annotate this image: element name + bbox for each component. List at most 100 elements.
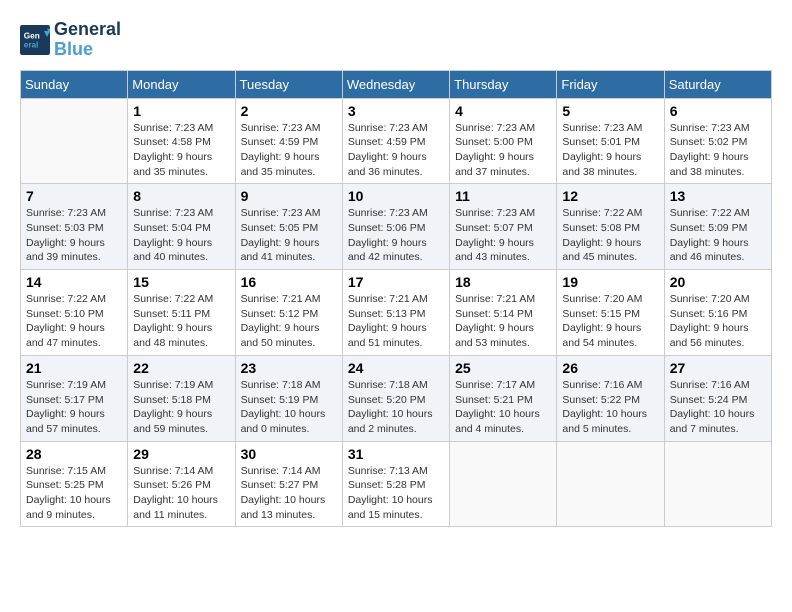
calendar-cell: 10 Sunrise: 7:23 AMSunset: 5:06 PMDayligh… bbox=[342, 184, 449, 270]
calendar-cell: 15Sunrise: 7:22 AMSunset: 5:11 PMDayligh… bbox=[128, 270, 235, 356]
day-info: Sunrise: 7:22 AMSunset: 5:09 PMDaylight:… bbox=[670, 206, 766, 265]
calendar-cell bbox=[664, 441, 771, 527]
day-info: Sunrise: 7:22 AMSunset: 5:08 PMDaylight:… bbox=[562, 206, 658, 265]
weekday-header-wednesday: Wednesday bbox=[342, 70, 449, 98]
calendar-cell: 31Sunrise: 7:13 AMSunset: 5:28 PMDayligh… bbox=[342, 441, 449, 527]
day-number: 21 bbox=[26, 360, 122, 376]
calendar-cell: 23 Sunrise: 7:18 AMSunset: 5:19 PMDayligh… bbox=[235, 355, 342, 441]
weekday-header-friday: Friday bbox=[557, 70, 664, 98]
page-header: Gen eral General Blue bbox=[20, 20, 772, 60]
day-info: Sunrise: 7:23 AMSunset: 4:58 PMDaylight:… bbox=[133, 121, 229, 180]
day-number: 19 bbox=[562, 274, 658, 290]
calendar-cell: 4 Sunrise: 7:23 AMSunset: 5:00 PMDaylight… bbox=[450, 98, 557, 184]
weekday-header-row: SundayMondayTuesdayWednesdayThursdayFrid… bbox=[21, 70, 772, 98]
calendar-table: SundayMondayTuesdayWednesdayThursdayFrid… bbox=[20, 70, 772, 528]
day-info: Sunrise: 7:23 AMSunset: 5:00 PMDaylight:… bbox=[455, 121, 551, 180]
day-number: 4 bbox=[455, 103, 551, 119]
day-info: Sunrise: 7:23 AMSunset: 5:01 PMDaylight:… bbox=[562, 121, 658, 180]
calendar-cell: 29Sunrise: 7:14 AMSunset: 5:26 PMDayligh… bbox=[128, 441, 235, 527]
day-number: 1 bbox=[133, 103, 229, 119]
day-number: 14 bbox=[26, 274, 122, 290]
svg-text:Gen: Gen bbox=[24, 31, 40, 40]
day-info: Sunrise: 7:19 AMSunset: 5:17 PMDaylight:… bbox=[26, 378, 122, 437]
calendar-week-5: 28 Sunrise: 7:15 AMSunset: 5:25 PMDayligh… bbox=[21, 441, 772, 527]
calendar-cell: 9 Sunrise: 7:23 AMSunset: 5:05 PMDaylight… bbox=[235, 184, 342, 270]
calendar-cell: 19 Sunrise: 7:20 AMSunset: 5:15 PMDayligh… bbox=[557, 270, 664, 356]
day-info: Sunrise: 7:17 AMSunset: 5:21 PMDaylight:… bbox=[455, 378, 551, 437]
day-info: Sunrise: 7:14 AMSunset: 5:26 PMDaylight:… bbox=[133, 464, 229, 523]
calendar-cell: 12 Sunrise: 7:22 AMSunset: 5:08 PMDayligh… bbox=[557, 184, 664, 270]
day-info: Sunrise: 7:18 AMSunset: 5:20 PMDaylight:… bbox=[348, 378, 444, 437]
day-number: 13 bbox=[670, 188, 766, 204]
calendar-cell: 3Sunrise: 7:23 AMSunset: 4:59 PMDaylight… bbox=[342, 98, 449, 184]
logo: Gen eral General Blue bbox=[20, 20, 121, 60]
calendar-week-3: 14 Sunrise: 7:22 AMSunset: 5:10 PMDayligh… bbox=[21, 270, 772, 356]
calendar-cell: 21 Sunrise: 7:19 AMSunset: 5:17 PMDayligh… bbox=[21, 355, 128, 441]
calendar-cell: 26 Sunrise: 7:16 AMSunset: 5:22 PMDayligh… bbox=[557, 355, 664, 441]
day-info: Sunrise: 7:22 AMSunset: 5:10 PMDaylight:… bbox=[26, 292, 122, 351]
calendar-cell: 17Sunrise: 7:21 AMSunset: 5:13 PMDayligh… bbox=[342, 270, 449, 356]
day-number: 12 bbox=[562, 188, 658, 204]
day-number: 10 bbox=[348, 188, 444, 204]
day-number: 8 bbox=[133, 188, 229, 204]
day-info: Sunrise: 7:23 AMSunset: 5:06 PMDaylight:… bbox=[348, 206, 444, 265]
calendar-cell: 14 Sunrise: 7:22 AMSunset: 5:10 PMDayligh… bbox=[21, 270, 128, 356]
day-info: Sunrise: 7:18 AMSunset: 5:19 PMDaylight:… bbox=[241, 378, 337, 437]
day-info: Sunrise: 7:23 AMSunset: 5:05 PMDaylight:… bbox=[241, 206, 337, 265]
calendar-week-2: 7 Sunrise: 7:23 AMSunset: 5:03 PMDaylight… bbox=[21, 184, 772, 270]
weekday-header-thursday: Thursday bbox=[450, 70, 557, 98]
day-info: Sunrise: 7:20 AMSunset: 5:16 PMDaylight:… bbox=[670, 292, 766, 351]
day-info: Sunrise: 7:23 AMSunset: 5:03 PMDaylight:… bbox=[26, 206, 122, 265]
day-info: Sunrise: 7:20 AMSunset: 5:15 PMDaylight:… bbox=[562, 292, 658, 351]
day-number: 30 bbox=[241, 446, 337, 462]
day-info: Sunrise: 7:23 AMSunset: 5:02 PMDaylight:… bbox=[670, 121, 766, 180]
day-number: 11 bbox=[455, 188, 551, 204]
day-number: 9 bbox=[241, 188, 337, 204]
calendar-cell: 20 Sunrise: 7:20 AMSunset: 5:16 PMDayligh… bbox=[664, 270, 771, 356]
weekday-header-saturday: Saturday bbox=[664, 70, 771, 98]
calendar-cell: 24Sunrise: 7:18 AMSunset: 5:20 PMDayligh… bbox=[342, 355, 449, 441]
day-number: 25 bbox=[455, 360, 551, 376]
day-number: 28 bbox=[26, 446, 122, 462]
day-info: Sunrise: 7:16 AMSunset: 5:24 PMDaylight:… bbox=[670, 378, 766, 437]
day-info: Sunrise: 7:14 AMSunset: 5:27 PMDaylight:… bbox=[241, 464, 337, 523]
calendar-cell bbox=[450, 441, 557, 527]
day-number: 31 bbox=[348, 446, 444, 462]
calendar-week-4: 21 Sunrise: 7:19 AMSunset: 5:17 PMDayligh… bbox=[21, 355, 772, 441]
day-number: 20 bbox=[670, 274, 766, 290]
day-info: Sunrise: 7:21 AMSunset: 5:13 PMDaylight:… bbox=[348, 292, 444, 351]
day-number: 6 bbox=[670, 103, 766, 119]
calendar-cell: 8 Sunrise: 7:23 AMSunset: 5:04 PMDaylight… bbox=[128, 184, 235, 270]
day-info: Sunrise: 7:15 AMSunset: 5:25 PMDaylight:… bbox=[26, 464, 122, 523]
day-info: Sunrise: 7:21 AMSunset: 5:14 PMDaylight:… bbox=[455, 292, 551, 351]
day-number: 18 bbox=[455, 274, 551, 290]
day-number: 23 bbox=[241, 360, 337, 376]
day-number: 5 bbox=[562, 103, 658, 119]
day-info: Sunrise: 7:23 AMSunset: 4:59 PMDaylight:… bbox=[241, 121, 337, 180]
day-number: 7 bbox=[26, 188, 122, 204]
day-info: Sunrise: 7:21 AMSunset: 5:12 PMDaylight:… bbox=[241, 292, 337, 351]
calendar-cell: 6 Sunrise: 7:23 AMSunset: 5:02 PMDaylight… bbox=[664, 98, 771, 184]
weekday-header-tuesday: Tuesday bbox=[235, 70, 342, 98]
day-info: Sunrise: 7:16 AMSunset: 5:22 PMDaylight:… bbox=[562, 378, 658, 437]
day-info: Sunrise: 7:19 AMSunset: 5:18 PMDaylight:… bbox=[133, 378, 229, 437]
calendar-cell: 27Sunrise: 7:16 AMSunset: 5:24 PMDayligh… bbox=[664, 355, 771, 441]
calendar-cell: 1 Sunrise: 7:23 AMSunset: 4:58 PMDaylight… bbox=[128, 98, 235, 184]
calendar-cell: 25 Sunrise: 7:17 AMSunset: 5:21 PMDayligh… bbox=[450, 355, 557, 441]
logo-text-line2: Blue bbox=[54, 40, 121, 60]
calendar-cell: 18 Sunrise: 7:21 AMSunset: 5:14 PMDayligh… bbox=[450, 270, 557, 356]
calendar-cell bbox=[21, 98, 128, 184]
day-number: 2 bbox=[241, 103, 337, 119]
calendar-cell: 11Sunrise: 7:23 AMSunset: 5:07 PMDayligh… bbox=[450, 184, 557, 270]
calendar-cell: 2 Sunrise: 7:23 AMSunset: 4:59 PMDaylight… bbox=[235, 98, 342, 184]
day-number: 16 bbox=[241, 274, 337, 290]
calendar-cell: 22 Sunrise: 7:19 AMSunset: 5:18 PMDayligh… bbox=[128, 355, 235, 441]
day-number: 26 bbox=[562, 360, 658, 376]
calendar-week-1: 1 Sunrise: 7:23 AMSunset: 4:58 PMDaylight… bbox=[21, 98, 772, 184]
day-number: 22 bbox=[133, 360, 229, 376]
day-number: 3 bbox=[348, 103, 444, 119]
calendar-cell: 16 Sunrise: 7:21 AMSunset: 5:12 PMDayligh… bbox=[235, 270, 342, 356]
day-info: Sunrise: 7:23 AMSunset: 5:04 PMDaylight:… bbox=[133, 206, 229, 265]
calendar-cell: 5 Sunrise: 7:23 AMSunset: 5:01 PMDaylight… bbox=[557, 98, 664, 184]
day-number: 15 bbox=[133, 274, 229, 290]
